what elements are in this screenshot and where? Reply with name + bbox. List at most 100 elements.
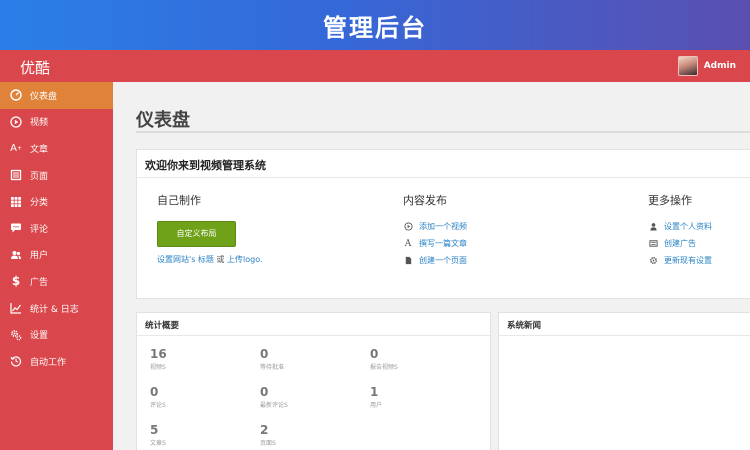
hint-connector: 或 [213,255,228,264]
action-label[interactable]: 添加一个视频 [419,221,467,232]
stat-number: 1 [370,385,379,399]
stat-label: 页面S [260,440,276,447]
brand-logo-text[interactable]: 优酷 [20,57,50,78]
comment-icon [9,221,23,235]
text-icon: A [404,238,412,249]
stat-pages[interactable]: 2 页面S [260,423,276,447]
sidebar-item-videos[interactable]: 视频 [0,109,113,136]
update-settings-link[interactable]: 更新现有设置 [648,255,712,266]
customize-layout-button[interactable]: 自定义布局 [157,221,236,247]
gear-icon [648,256,658,266]
user-menu[interactable]: Admin [677,56,736,76]
sidebar-item-label: 仪表盘 [30,91,58,102]
stat-number: 16 [150,347,167,361]
stat-number: 0 [260,385,269,399]
create-ad-link[interactable]: 创建广告 [648,238,712,249]
stat-articles[interactable]: 5 文章S [150,423,166,447]
action-label[interactable]: 撰写一篇文章 [419,238,467,249]
stat-number: 2 [260,423,269,437]
page-title: 仪表盘 [136,110,190,131]
stat-latest-comments[interactable]: 0 最新评论S [260,385,288,409]
column-title: 内容发布 [403,194,447,207]
stat-label: 视频S [150,364,166,371]
sidebar-item-categories[interactable]: 分类 [0,188,113,215]
setup-hint: 设置网站's 标题 或 上传logo. [157,254,263,265]
stat-label: 用户 [370,402,383,409]
sidebar-item-users[interactable]: 用户 [0,242,113,269]
user-icon [648,222,658,232]
sidebar-item-articles[interactable]: A + 文章 [0,135,113,162]
write-article-link[interactable]: A 撰写一篇文章 [403,238,467,249]
gears-icon [9,328,23,342]
sidebar-item-dashboard[interactable]: 仪表盘 [0,82,113,109]
sidebar: 仪表盘 视频 A + 文章 页面 分类 评论 用户 $ 广告 统计 & 日志 设… [0,82,113,450]
grid-icon [9,195,23,209]
ad-icon [648,239,658,249]
sidebar-item-label: 用户 [30,251,49,262]
main-content: 仪表盘 欢迎你来到视频管理系统 自己制作 自定义布局 设置网站's 标题 或 上… [113,82,750,450]
dollar-icon: $ [11,274,21,289]
stat-number: 0 [260,347,269,361]
dashboard-icon [9,88,23,102]
more-actions-column: 更多操作 设置个人资料 创建广告 更新现有设置 [648,192,712,272]
chart-icon [9,301,23,315]
profile-settings-link[interactable]: 设置个人资料 [648,221,712,232]
news-title: 系统新闻 [499,313,750,336]
stats-overview-panel: 统计概要 16 视频S 0 等待批准 0 报告视频S 0 评论S 0 最新评论S… [136,312,491,450]
stat-number: 5 [150,423,159,437]
banner-title: 管理后台 [323,13,427,42]
stat-label: 等待批准 [260,364,285,371]
stat-users[interactable]: 1 用户 [370,385,382,409]
play-icon [403,222,413,232]
action-label[interactable]: 更新现有设置 [664,255,712,266]
column-title: 自己制作 [157,194,201,207]
stat-label: 评论S [150,402,166,409]
upload-logo-link[interactable]: 上传logo. [227,255,263,264]
stat-comments[interactable]: 0 评论S [150,385,166,409]
sidebar-item-settings[interactable]: 设置 [0,321,113,348]
sidebar-item-label: 广告 [30,277,49,288]
page-icon [9,168,23,182]
add-video-link[interactable]: 添加一个视频 [403,221,467,232]
title-divider [136,131,750,133]
stat-pending[interactable]: 0 等待批准 [260,347,284,371]
sidebar-item-pages[interactable]: 页面 [0,162,113,189]
stat-videos[interactable]: 16 视频S [150,347,167,371]
users-icon [9,248,23,262]
sidebar-item-ads[interactable]: $ 广告 [0,268,113,295]
publish-column: 内容发布 添加一个视频 A 撰写一篇文章 创建一个页面 [403,192,467,272]
site-title-link[interactable]: 设置网站's 标题 [157,255,214,264]
action-label[interactable]: 设置个人资料 [664,221,712,232]
welcome-panel: 欢迎你来到视频管理系统 自己制作 自定义布局 设置网站's 标题 或 上传log… [136,149,750,299]
user-name[interactable]: Admin [704,61,736,71]
sidebar-item-label: 文章 [30,144,49,155]
system-news-panel: 系统新闻 [498,312,750,450]
welcome-heading: 欢迎你来到视频管理系统 [137,150,750,178]
stat-number: 0 [150,385,159,399]
column-title: 更多操作 [648,194,692,207]
sidebar-item-label: 分类 [30,198,49,209]
action-label[interactable]: 创建一个页面 [419,255,467,266]
sidebar-item-label: 页面 [30,171,49,182]
sidebar-item-label: 设置 [30,331,49,342]
create-page-link[interactable]: 创建一个页面 [403,255,467,266]
sidebar-item-label: 评论 [30,224,49,235]
avatar[interactable] [677,56,698,76]
stat-label: 文章S [150,440,166,447]
file-icon [403,256,413,266]
stat-label: 报告视频S [370,364,398,371]
sidebar-item-automation[interactable]: 自动工作 [0,348,113,375]
sidebar-item-stats-logs[interactable]: 统计 & 日志 [0,295,113,322]
top-banner: 管理后台 [0,0,750,50]
stat-reported-videos[interactable]: 0 报告视频S [370,347,398,371]
stat-label: 最新评论S [260,402,288,409]
stat-number: 0 [370,347,379,361]
sidebar-item-label: 统计 & 日志 [30,304,79,315]
get-started-column: 自己制作 自定义布局 设置网站's 标题 或 上传logo. [157,192,263,265]
play-icon [9,115,23,129]
stats-title: 统计概要 [137,313,490,336]
admin-bar: 优酷 Admin [0,50,750,82]
sidebar-item-label: 视频 [30,118,49,129]
action-label[interactable]: 创建广告 [664,238,696,249]
sidebar-item-comments[interactable]: 评论 [0,215,113,242]
